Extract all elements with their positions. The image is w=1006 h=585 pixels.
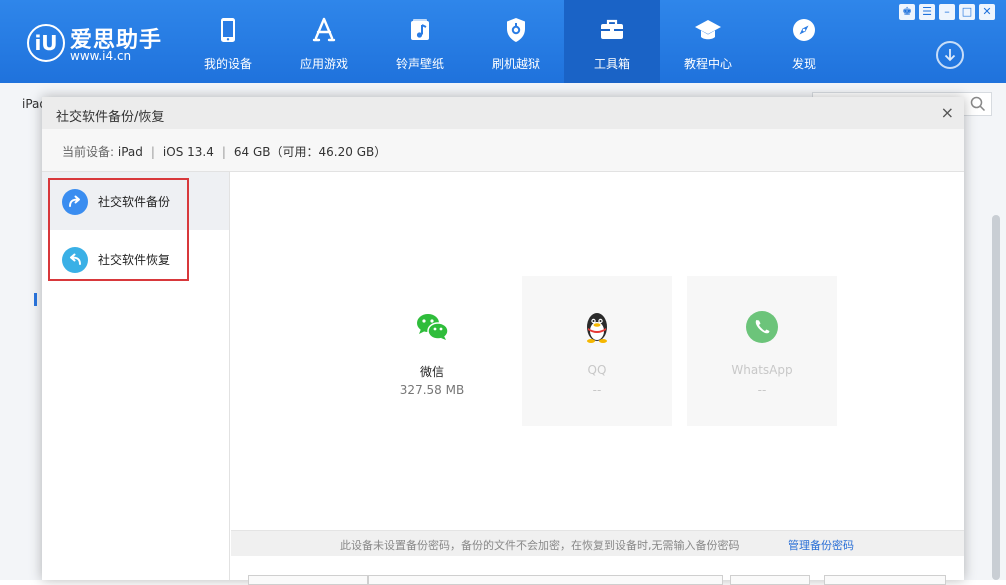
backup-path-input[interactable] xyxy=(368,575,723,585)
device-info-bar: 当前设备: iPad | iOS 13.4 | 64 GB（可用：46.20 GB） xyxy=(42,129,964,172)
music-icon xyxy=(411,19,429,40)
storage-info: 64 GB（可用：46.20 GB） xyxy=(233,145,387,159)
top-app-bar: iU 爱思助手 www.i4.cn 我的设备 应用游戏 铃声壁纸 刷机越狱 工具… xyxy=(0,0,1006,83)
nav-tutorial-center[interactable]: 教程中心 xyxy=(660,0,756,83)
app-url: www.i4.cn xyxy=(70,49,132,63)
nav-label: 应用游戏 xyxy=(299,57,348,71)
nav-label: 铃声壁纸 xyxy=(395,57,444,71)
info-separator: | xyxy=(150,145,155,159)
app-card-whatsapp[interactable]: WhatsApp -- xyxy=(687,276,837,426)
nav-label: 刷机越狱 xyxy=(491,57,540,71)
nav-ringtones-wallpapers[interactable]: 铃声壁纸 xyxy=(372,0,468,83)
shirt-icon[interactable]: ♚ xyxy=(899,4,915,20)
info-separator: | xyxy=(221,145,226,159)
nav-discover[interactable]: 发现 xyxy=(756,0,852,83)
nav-my-device[interactable]: 我的设备 xyxy=(180,0,276,83)
highlight-box xyxy=(48,178,189,281)
dialog-close-button[interactable]: × xyxy=(941,103,954,122)
toolbox-icon xyxy=(601,19,623,39)
start-backup-button[interactable] xyxy=(824,575,946,585)
notice-text: 此设备未设置备份密码，备份的文件不会加密，在恢复到设备时,无需输入备份密码 xyxy=(340,539,740,552)
backup-password-notice: 此设备未设置备份密码，备份的文件不会加密，在恢复到设备时,无需输入备份密码 管理… xyxy=(231,530,964,556)
nav-flash-jailbreak[interactable]: 刷机越狱 xyxy=(468,0,564,83)
shield-icon xyxy=(507,18,525,42)
wechat-icon xyxy=(417,314,449,340)
path-label-box xyxy=(248,575,368,585)
background-active-marker xyxy=(34,293,37,306)
app-card-qq[interactable]: QQ -- xyxy=(522,276,672,426)
close-icon[interactable]: ✕ xyxy=(979,4,995,20)
qq-penguin-icon xyxy=(587,313,607,343)
app-logo-icon: iU xyxy=(27,24,65,62)
compass-icon xyxy=(793,19,815,41)
nav-label: 教程中心 xyxy=(683,57,732,71)
app-name: 微信 xyxy=(419,365,444,379)
dialog-title: 社交软件备份/恢复 xyxy=(56,110,165,125)
ios-version: iOS 13.4 xyxy=(162,145,214,159)
minimize-icon[interactable]: – xyxy=(939,4,955,20)
phone-icon xyxy=(221,18,235,42)
nav-label: 发现 xyxy=(791,57,816,71)
nav-label: 我的设备 xyxy=(203,57,252,71)
app-name: WhatsApp xyxy=(731,363,793,377)
app-size: 327.58 MB xyxy=(399,383,465,397)
dialog-header: 社交软件备份/恢复 × xyxy=(42,97,964,129)
device-prefix: 当前设备: xyxy=(62,145,118,159)
app-card-wechat[interactable]: 微信 327.58 MB xyxy=(357,276,507,426)
app-size: -- xyxy=(757,383,767,397)
manage-backup-password-link[interactable]: 管理备份密码 xyxy=(788,537,854,553)
background-scrollbar[interactable] xyxy=(992,215,1000,580)
app-name: QQ xyxy=(587,363,607,377)
maximize-icon[interactable]: □ xyxy=(959,4,975,20)
search-icon xyxy=(970,96,986,112)
appstore-icon xyxy=(312,17,336,42)
download-arrow-icon xyxy=(944,49,956,62)
list-icon[interactable]: ☰ xyxy=(919,4,935,20)
nav-label: 工具箱 xyxy=(593,57,630,71)
whatsapp-icon xyxy=(746,311,778,343)
download-button[interactable] xyxy=(936,41,964,69)
change-path-button[interactable] xyxy=(730,575,810,585)
nav-toolbox[interactable]: 工具箱 xyxy=(564,0,660,83)
device-info: 当前设备: iPad | iOS 13.4 | 64 GB（可用：46.20 GB） xyxy=(62,143,386,160)
device-name: iPad xyxy=(117,145,143,159)
app-size: -- xyxy=(592,383,602,397)
graduation-cap-icon xyxy=(695,20,721,40)
nav-apps-games[interactable]: 应用游戏 xyxy=(276,0,372,83)
